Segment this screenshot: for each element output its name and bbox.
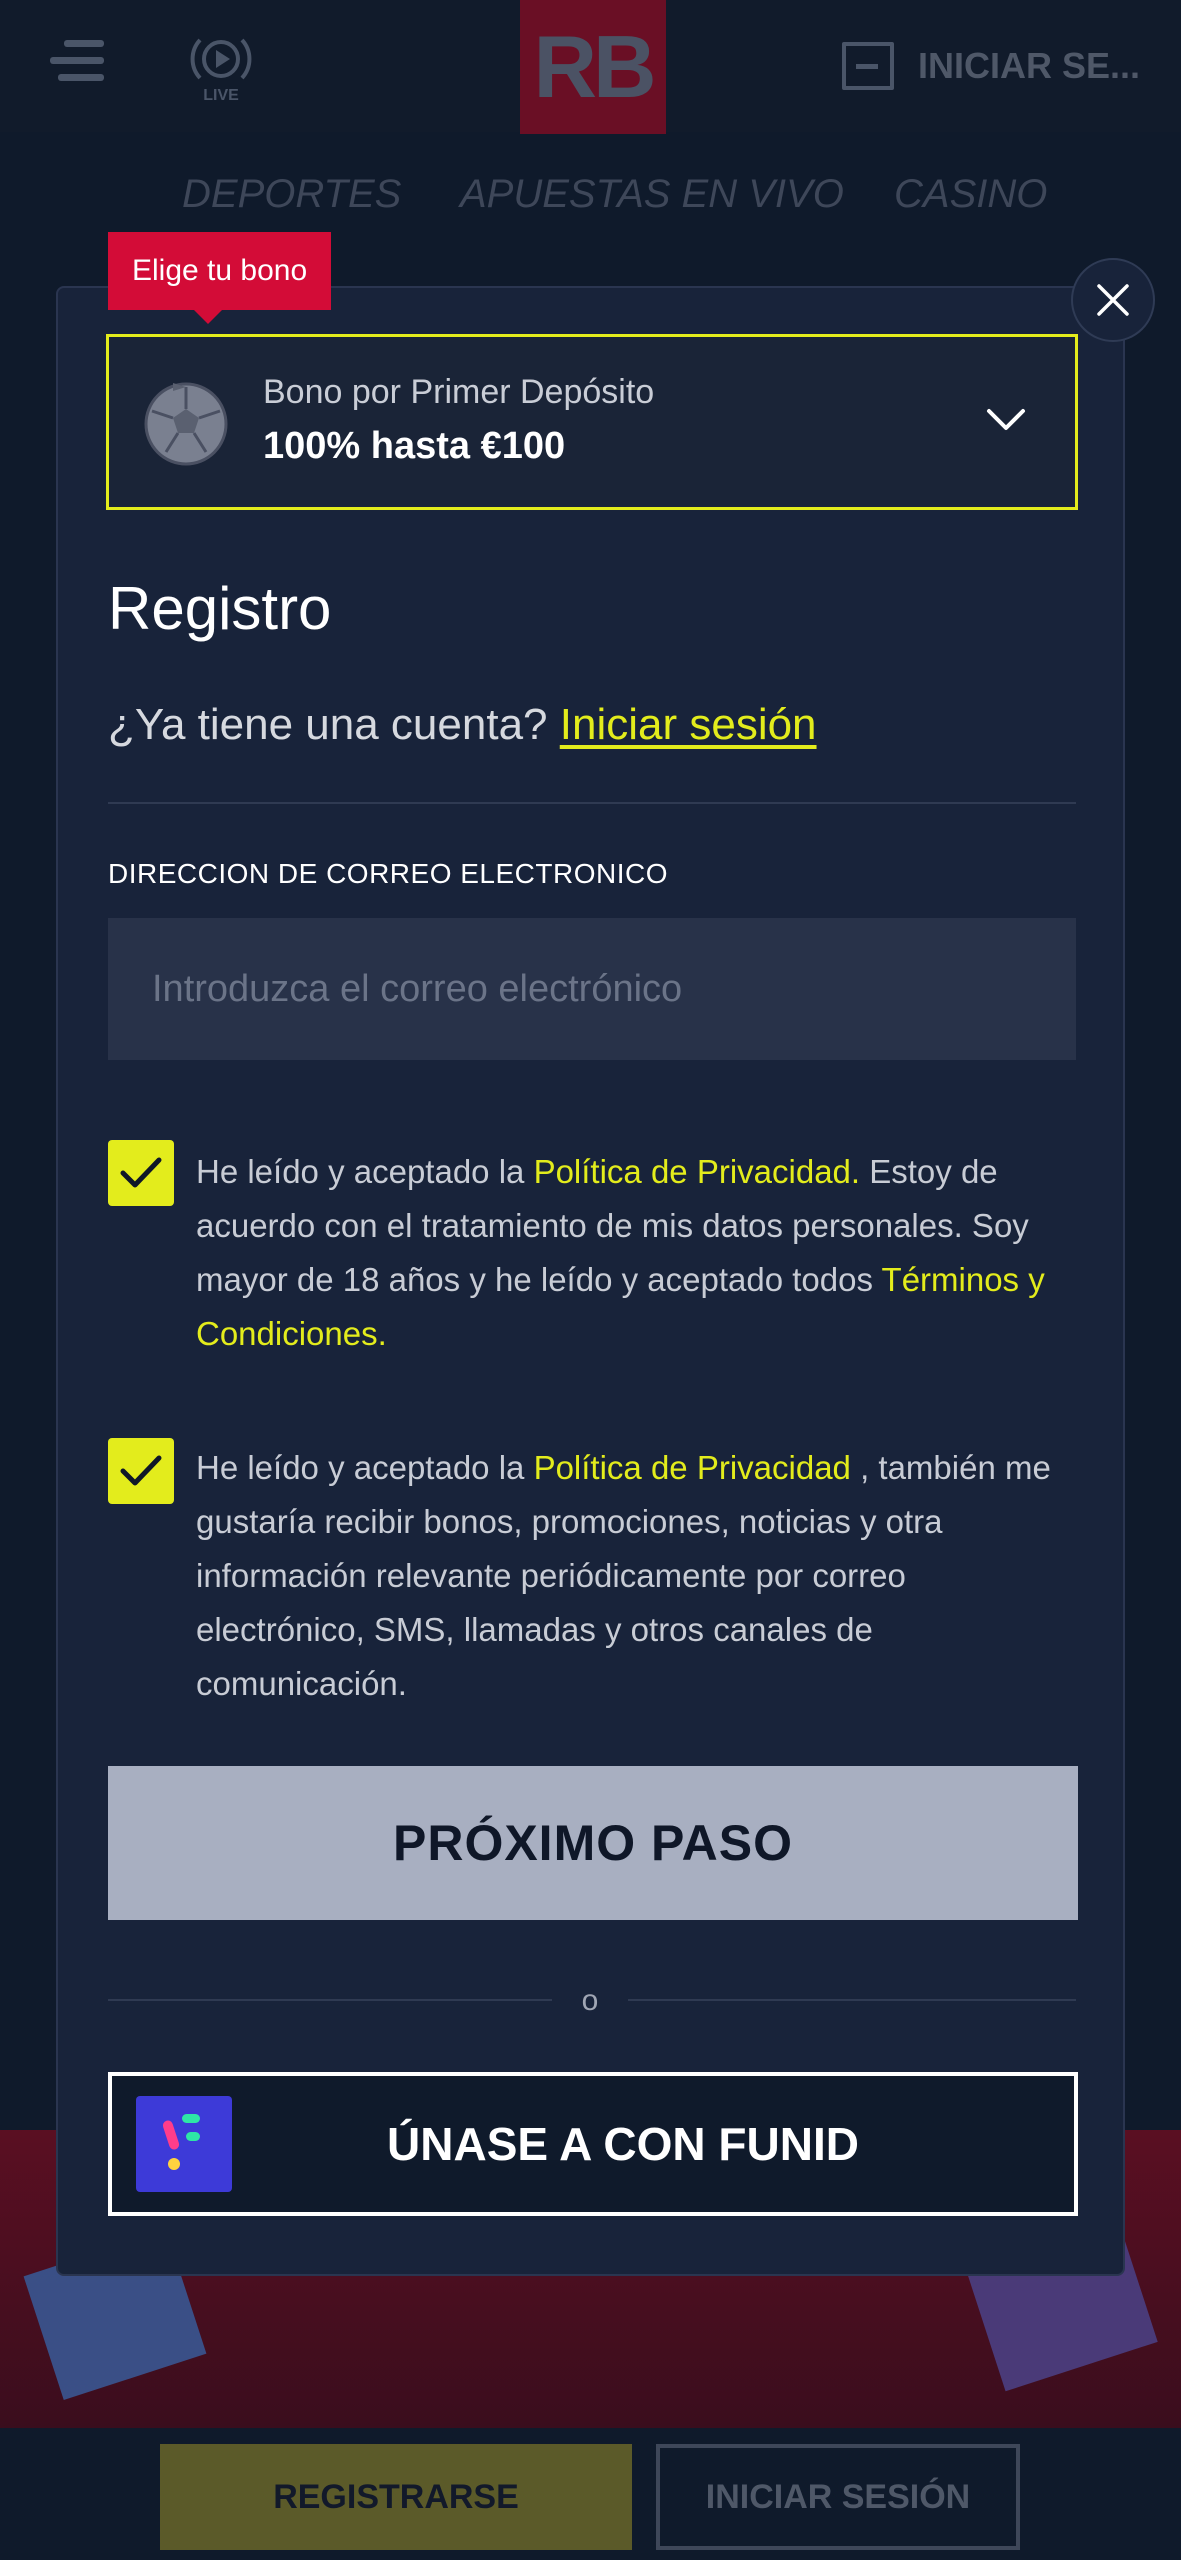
page-title: Registro — [108, 575, 332, 642]
marketing-consent-checkbox[interactable] — [108, 1438, 174, 1504]
email-label: DIRECCION DE CORREO ELECTRONICO — [108, 858, 668, 889]
header-login-button[interactable]: INICIAR SE... — [842, 40, 1140, 92]
header-login-label: INICIAR SE... — [918, 45, 1141, 86]
top-bar: LIVE RB INICIAR SE... — [0, 0, 1181, 134]
funid-label: ÚNASE A CON FUNID — [387, 2118, 859, 2170]
divider — [108, 802, 1076, 804]
login-button[interactable]: INICIAR SESIÓN — [656, 2444, 1020, 2550]
bonus-tag: Elige tu bono — [108, 232, 332, 324]
privacy-policy-link[interactable]: Política de Privacidad — [534, 1449, 851, 1486]
live-play-icon — [190, 38, 252, 80]
login-link[interactable]: Iniciar sesión — [560, 700, 817, 749]
bonus-amount: 100% hasta €100 — [263, 425, 566, 467]
chevron-down-icon — [987, 409, 1025, 430]
live-button[interactable]: LIVE — [186, 32, 256, 104]
privacy-terms-text: He leído y aceptado la Política de Priva… — [196, 1153, 1045, 1352]
privacy-terms-checkbox[interactable] — [108, 1140, 174, 1206]
or-divider-right — [628, 1999, 1076, 2001]
bonus-type: Bono por Primer Depósito — [263, 373, 655, 411]
next-step-button[interactable]: PRÓXIMO PASO — [108, 1766, 1078, 1920]
close-icon — [1097, 284, 1129, 316]
tab-casino[interactable]: CASINO — [894, 172, 1047, 217]
marketing-consent-text: He leído y aceptado la Política de Priva… — [196, 1449, 1051, 1702]
register-button[interactable]: REGISTRARSE — [160, 2444, 632, 2550]
soccer-ball-icon — [144, 382, 228, 466]
email-field[interactable] — [108, 918, 1076, 1060]
brand-logo[interactable]: RB — [520, 0, 666, 134]
checkmark-icon — [120, 1157, 162, 1188]
bottom-bar: REGISTRARSE INICIAR SESIÓN — [0, 2428, 1181, 2560]
close-button[interactable] — [1071, 258, 1155, 342]
or-text: o — [581, 1984, 599, 2017]
account-question: ¿Ya tiene una cuenta? — [108, 700, 548, 749]
tab-deportes[interactable]: DEPORTES — [182, 172, 401, 217]
funid-join-button[interactable]: ÚNASE A CON FUNID — [108, 2072, 1078, 2216]
or-divider-left — [108, 1999, 552, 2001]
tab-apuestas-en-vivo[interactable]: APUESTAS EN VIVO — [460, 172, 844, 217]
privacy-policy-link[interactable]: Política de Privacidad. — [534, 1153, 861, 1190]
login-key-icon — [842, 42, 894, 90]
checkmark-icon — [120, 1455, 162, 1486]
menu-icon[interactable] — [50, 40, 104, 88]
bonus-select[interactable]: Bono por Primer Depósito 100% hasta €100 — [106, 334, 1078, 510]
account-prompt: ¿Ya tiene una cuenta? Iniciar sesión — [108, 700, 817, 750]
live-label: LIVE — [203, 87, 239, 104]
